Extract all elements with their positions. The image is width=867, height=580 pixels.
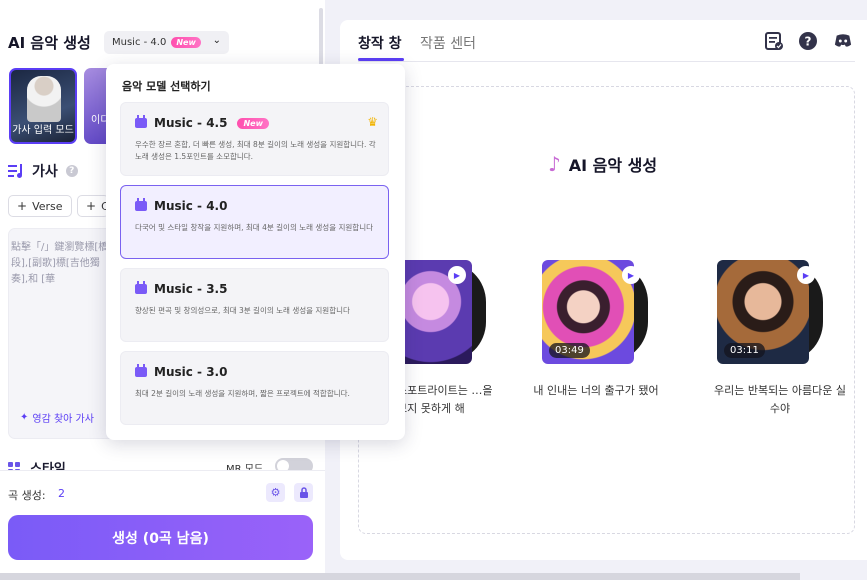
model-option-desc: 우수한 장르 혼합, 더 빠른 생성, 최대 8분 길이의 노래 생성을 지원합… <box>135 140 376 161</box>
add-verse-button[interactable]: + Verse <box>8 195 72 217</box>
model-option-name: Music - 3.5 <box>154 282 228 296</box>
chip-label: Verse <box>32 199 63 213</box>
plus-icon: + <box>17 199 28 213</box>
lock-button[interactable] <box>294 483 313 502</box>
mode-lyrics-input[interactable]: 가사 입력 모드 <box>9 68 77 144</box>
sparkle-icon: ✦ <box>20 412 29 423</box>
chevron-down-icon: ⌄ <box>212 35 221 46</box>
lock-icon <box>299 487 308 498</box>
robot-icon <box>135 115 147 128</box>
gear-icon: ⚙ <box>270 486 281 499</box>
new-badge: New <box>171 37 201 48</box>
model-option-desc: 다국어 및 스타일 창작을 지원하며, 최대 4분 길이의 노래 생성을 지원합… <box>135 223 373 232</box>
play-icon[interactable]: ▶ <box>622 266 640 284</box>
mode-label: 가사 입력 모드 <box>12 125 74 136</box>
model-option-3-5[interactable]: Music - 3.5 향상된 편곡 및 창의성으로, 최대 3분 길이의 노래… <box>120 268 389 342</box>
lyrics-heading-text: 가사 <box>32 164 58 180</box>
new-badge: New <box>237 117 269 129</box>
model-option-name: Music - 4.5 <box>154 116 228 130</box>
robot-icon <box>135 281 147 294</box>
song-title: 우리는 반복되는 아름다운 실수야 <box>714 384 846 415</box>
model-dropdown: 음악 모델 선택하기 Music - 4.5 New ♛ 우수한 장르 혼합, 더… <box>106 64 405 440</box>
model-option-desc: 최대 2분 길이의 노래 생성을 지원하며, 짧은 프로젝트에 적합합니다. <box>135 389 350 398</box>
play-icon[interactable]: ▶ <box>448 266 466 284</box>
duration-badge: 03:11 <box>724 343 765 358</box>
song-count-label: 곡 생성: <box>8 489 46 502</box>
app-title: AI 음악 생성 <box>8 34 91 52</box>
model-option-3-0[interactable]: Music - 3.0 최대 2분 길이의 노래 생성을 지원하며, 짧은 프로… <box>120 351 389 425</box>
model-select-label: Music - 4.0 <box>112 37 167 48</box>
song-card[interactable]: ▶ 03:11 <box>717 260 823 364</box>
model-option-4-0[interactable]: Music - 4.0 다국어 및 스타일 창작을 지원하며, 최대 4분 길이… <box>120 185 389 259</box>
mode-thumbnail-image <box>27 76 61 122</box>
model-option-desc: 향상된 편곡 및 창의성으로, 최대 3분 길이의 노래 생성을 지원합니다 <box>135 306 350 315</box>
help-circle-icon[interactable]: ? <box>799 32 817 50</box>
dropdown-title: 음악 모델 선택하기 <box>122 80 211 93</box>
robot-icon <box>135 364 147 377</box>
help-icon[interactable]: ? <box>65 165 78 177</box>
lyrics-placeholder: 點擊「/」鍵瀏覽標[橋段],[副歌]標[吉他獨奏],和 [華 <box>11 242 109 285</box>
song-card[interactable]: ▶ 03:49 <box>542 260 648 364</box>
plus-icon: + <box>86 199 97 213</box>
horizontal-scrollbar[interactable] <box>0 573 800 580</box>
checklist-icon[interactable] <box>765 32 783 50</box>
model-select[interactable]: Music - 4.0 New ⌄ <box>104 31 229 54</box>
music-note-icon: ♪ <box>548 152 561 176</box>
tabs-divider <box>358 61 855 62</box>
add-chorus-button[interactable]: + C <box>77 195 109 217</box>
model-option-name: Music - 4.0 <box>154 199 228 213</box>
inspire-label: 영감 찾아 가사 <box>32 414 94 425</box>
song-count-value[interactable]: 2 <box>58 487 65 500</box>
crown-icon: ♛ <box>367 115 378 129</box>
svg-text:?: ? <box>805 35 812 49</box>
robot-icon <box>135 198 147 211</box>
model-option-name: Music - 3.0 <box>154 365 228 379</box>
model-option-4-5[interactable]: Music - 4.5 New ♛ 우수한 장르 혼합, 더 빠른 생성, 최대 … <box>120 102 389 176</box>
tab-create[interactable]: 창작 창 <box>358 33 402 53</box>
play-icon[interactable]: ▶ <box>797 266 815 284</box>
duration-badge: 03:49 <box>549 343 590 358</box>
settings-gear-button[interactable]: ⚙ <box>266 483 285 502</box>
lyrics-icon <box>8 164 22 178</box>
lyrics-heading: 가사 ? <box>8 161 78 181</box>
inspire-lyrics-button[interactable]: ✦ 영감 찾아 가사 <box>20 410 94 425</box>
song-title: 내 인내는 너의 출구가 됐어 <box>533 384 659 397</box>
canvas-title-text: AI 음악 생성 <box>568 156 658 175</box>
discord-icon[interactable] <box>834 32 852 50</box>
tab-works-center[interactable]: 작품 센터 <box>420 33 476 53</box>
generate-button[interactable]: 생성 (0곡 남음) <box>8 515 313 560</box>
canvas-title: ♪ AI 음악 생성 <box>548 152 657 176</box>
